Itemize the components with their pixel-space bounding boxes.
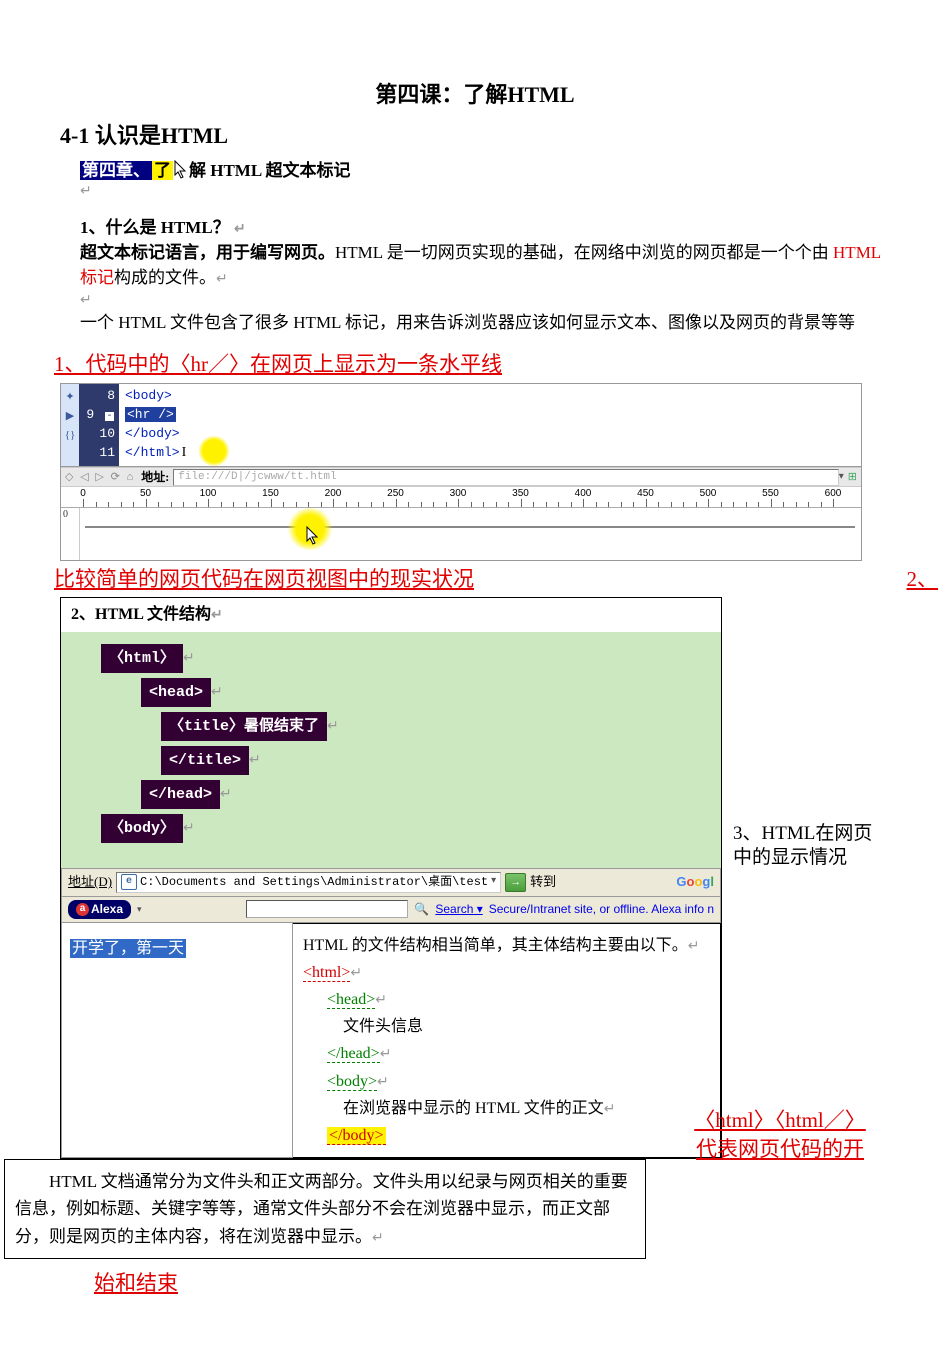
dropdown-icon[interactable]: ▾ xyxy=(491,875,496,889)
right-annotation: 〈html〉〈html／〉 代表网页代码的开 xyxy=(680,1106,880,1165)
cursor-icon xyxy=(173,160,189,180)
alexa-badge[interactable]: aAlexa xyxy=(68,900,131,919)
fold-icon[interactable]: - xyxy=(104,411,115,422)
ie-icon: e xyxy=(121,874,137,890)
tag-head-open: <head> xyxy=(141,678,211,707)
tag-diagram: 〈html〉↵ <head>↵ 〈title〉暑假结束了↵ </title>↵ … xyxy=(61,632,721,868)
url-text: C:\Documents and Settings\Administrator\… xyxy=(140,874,488,891)
answer-2: 一个 HTML 文件包含了很多 HTML 标记，用来告诉浏览器应该如何显示文本、… xyxy=(80,310,890,336)
chapter-line: 第四章、了解 HTML 超文本标记 xyxy=(80,156,890,183)
question-1: 1、什么是 HTML？ ↵ xyxy=(80,216,890,240)
horizontal-ruler: 050100150200250300350400450500550600 xyxy=(61,486,861,507)
html-structure-figure: 2、HTML 文件结构↵ 〈html〉↵ <head>↵ 〈title〉暑假结束… xyxy=(60,597,722,1159)
alexa-toolbar: aAlexa ▾ 🔍 Search ▾ Secure/Intranet site… xyxy=(61,897,721,923)
rendered-hr-line xyxy=(85,526,855,528)
tag-title: 〈title〉暑假结束了 xyxy=(161,712,327,741)
explain-head-info: 文件头信息 xyxy=(343,1013,710,1040)
explain-body-open: <body> xyxy=(327,1073,377,1091)
annotation-2-number: 2、 xyxy=(907,565,939,594)
answer-1-bold: 超文本标记语言，用于编写网页。 xyxy=(80,243,335,262)
address-toolbar: ◇ ◁ ▷ ⟳ ⌂ 地址: file:///D|/jcwww/tt.html ▾… xyxy=(61,467,861,486)
address-label: 地址(D) xyxy=(68,873,112,891)
explain-head-open: <head> xyxy=(327,991,375,1009)
rendered-selected-text[interactable]: 开学了，第一天 xyxy=(70,939,186,958)
address-value[interactable]: file:///D|/jcwww/tt.html xyxy=(173,469,839,486)
structure-explanation-box: HTML 的文件结构相当简单，其主体结构主要由以下。↵ <html>↵ <hea… xyxy=(293,923,721,1159)
code-line-11: </html> xyxy=(125,445,180,460)
go-button[interactable]: → xyxy=(505,873,526,892)
explain-body-info: 在浏览器中显示的 HTML 文件的正文↵ xyxy=(343,1095,710,1122)
url-input[interactable]: e C:\Documents and Settings\Administrato… xyxy=(116,872,501,893)
tag-body-open: 〈body〉 xyxy=(101,814,183,843)
browser-viewport: 开学了，第一天 xyxy=(61,923,293,1159)
code-line-9-selected: <hr /> xyxy=(125,407,176,422)
cursor-icon xyxy=(305,526,321,546)
summary-box: HTML 文档通常分为文件头和正文两部分。文件头用以纪录与网页相关的重要信息，例… xyxy=(4,1159,646,1259)
alexa-info-text: Secure/Intranet site, or offline. Alexa … xyxy=(489,901,714,918)
section-4-1-heading: 4-1 认识是HTML xyxy=(60,121,890,152)
editor-sidebar-icons: ✦▶{} xyxy=(61,384,79,466)
search-icon[interactable]: 🔍 xyxy=(414,901,429,918)
line-number-gutter: 8 9 - 10 11 xyxy=(79,384,119,466)
refresh-icon[interactable]: ⊞ xyxy=(848,470,857,485)
dropdown-icon[interactable]: ▾ xyxy=(137,903,142,916)
chapter-rest: 解 HTML 超文本标记 xyxy=(189,161,351,180)
para-mark: ↵ xyxy=(80,291,890,311)
go-label: 转到 xyxy=(530,873,556,891)
explain-body-close-highlighted: </body> xyxy=(327,1127,386,1145)
ie-address-bar: 地址(D) e C:\Documents and Settings\Admini… xyxy=(61,868,721,897)
explain-html-open: <html> xyxy=(303,964,350,982)
tag-head-close: </head> xyxy=(141,780,220,809)
intro-block: 第四章、了解 HTML 超文本标记 ↵ 1、什么是 HTML？ ↵ 超文本标记语… xyxy=(80,156,890,336)
code-editor-screenshot: ✦▶{} 8 9 - 10 11 <body> <hr /> </body> <… xyxy=(60,383,862,561)
answer-1-text1: HTML 是一切网页实现的基础，在网络中浏览的网页都是一个个由 xyxy=(335,243,833,262)
side-note-3: 3、HTML在网页中的显示情况 xyxy=(733,822,889,871)
explain-line-1: HTML 的文件结构相当简单，其主体结构主要由以下。↵ xyxy=(303,932,710,959)
alexa-a-icon: a xyxy=(76,903,89,916)
answer-1-text2: 构成的文件。 xyxy=(114,268,216,287)
annotation-1: 1、代码中的〈hr／〉在网页上显示为一条水平线 xyxy=(54,350,890,379)
tag-html-open: 〈html〉 xyxy=(101,644,183,673)
para-mark: ↵ xyxy=(80,182,890,202)
code-line-10: </body> xyxy=(125,424,855,443)
annotation-2: 比较简单的网页代码在网页视图中的现实状况 xyxy=(54,565,890,594)
explain-head-close: </head> xyxy=(327,1045,380,1063)
page-title: 第四课：了解HTML xyxy=(60,80,890,111)
chapter-highlight-yellow: 了 xyxy=(152,161,173,180)
address-label: 地址: xyxy=(141,469,169,486)
tag-title-close: </title> xyxy=(161,746,249,775)
answer-1: 超文本标记语言，用于编写网页。HTML 是一切网页实现的基础，在网络中浏览的网页… xyxy=(80,240,890,291)
google-logo[interactable]: Googl xyxy=(676,873,714,891)
alexa-search-link[interactable]: Search ▾ xyxy=(435,901,482,918)
dropdown-icon[interactable]: ▾ xyxy=(839,470,844,484)
vertical-ruler: 0 xyxy=(61,508,80,560)
preview-pane: 0 xyxy=(61,507,861,560)
code-line-8: <body> xyxy=(125,386,855,405)
chapter-prefix: 第四章、 xyxy=(80,161,152,180)
final-annotation: 始和结束 xyxy=(94,1269,890,1298)
nav-icons[interactable]: ◇ ◁ ▷ ⟳ ⌂ xyxy=(65,470,135,485)
alexa-search-input[interactable] xyxy=(246,900,408,918)
structure-title: 2、HTML 文件结构↵ xyxy=(61,598,721,632)
text-caret-icon: I xyxy=(182,445,187,460)
